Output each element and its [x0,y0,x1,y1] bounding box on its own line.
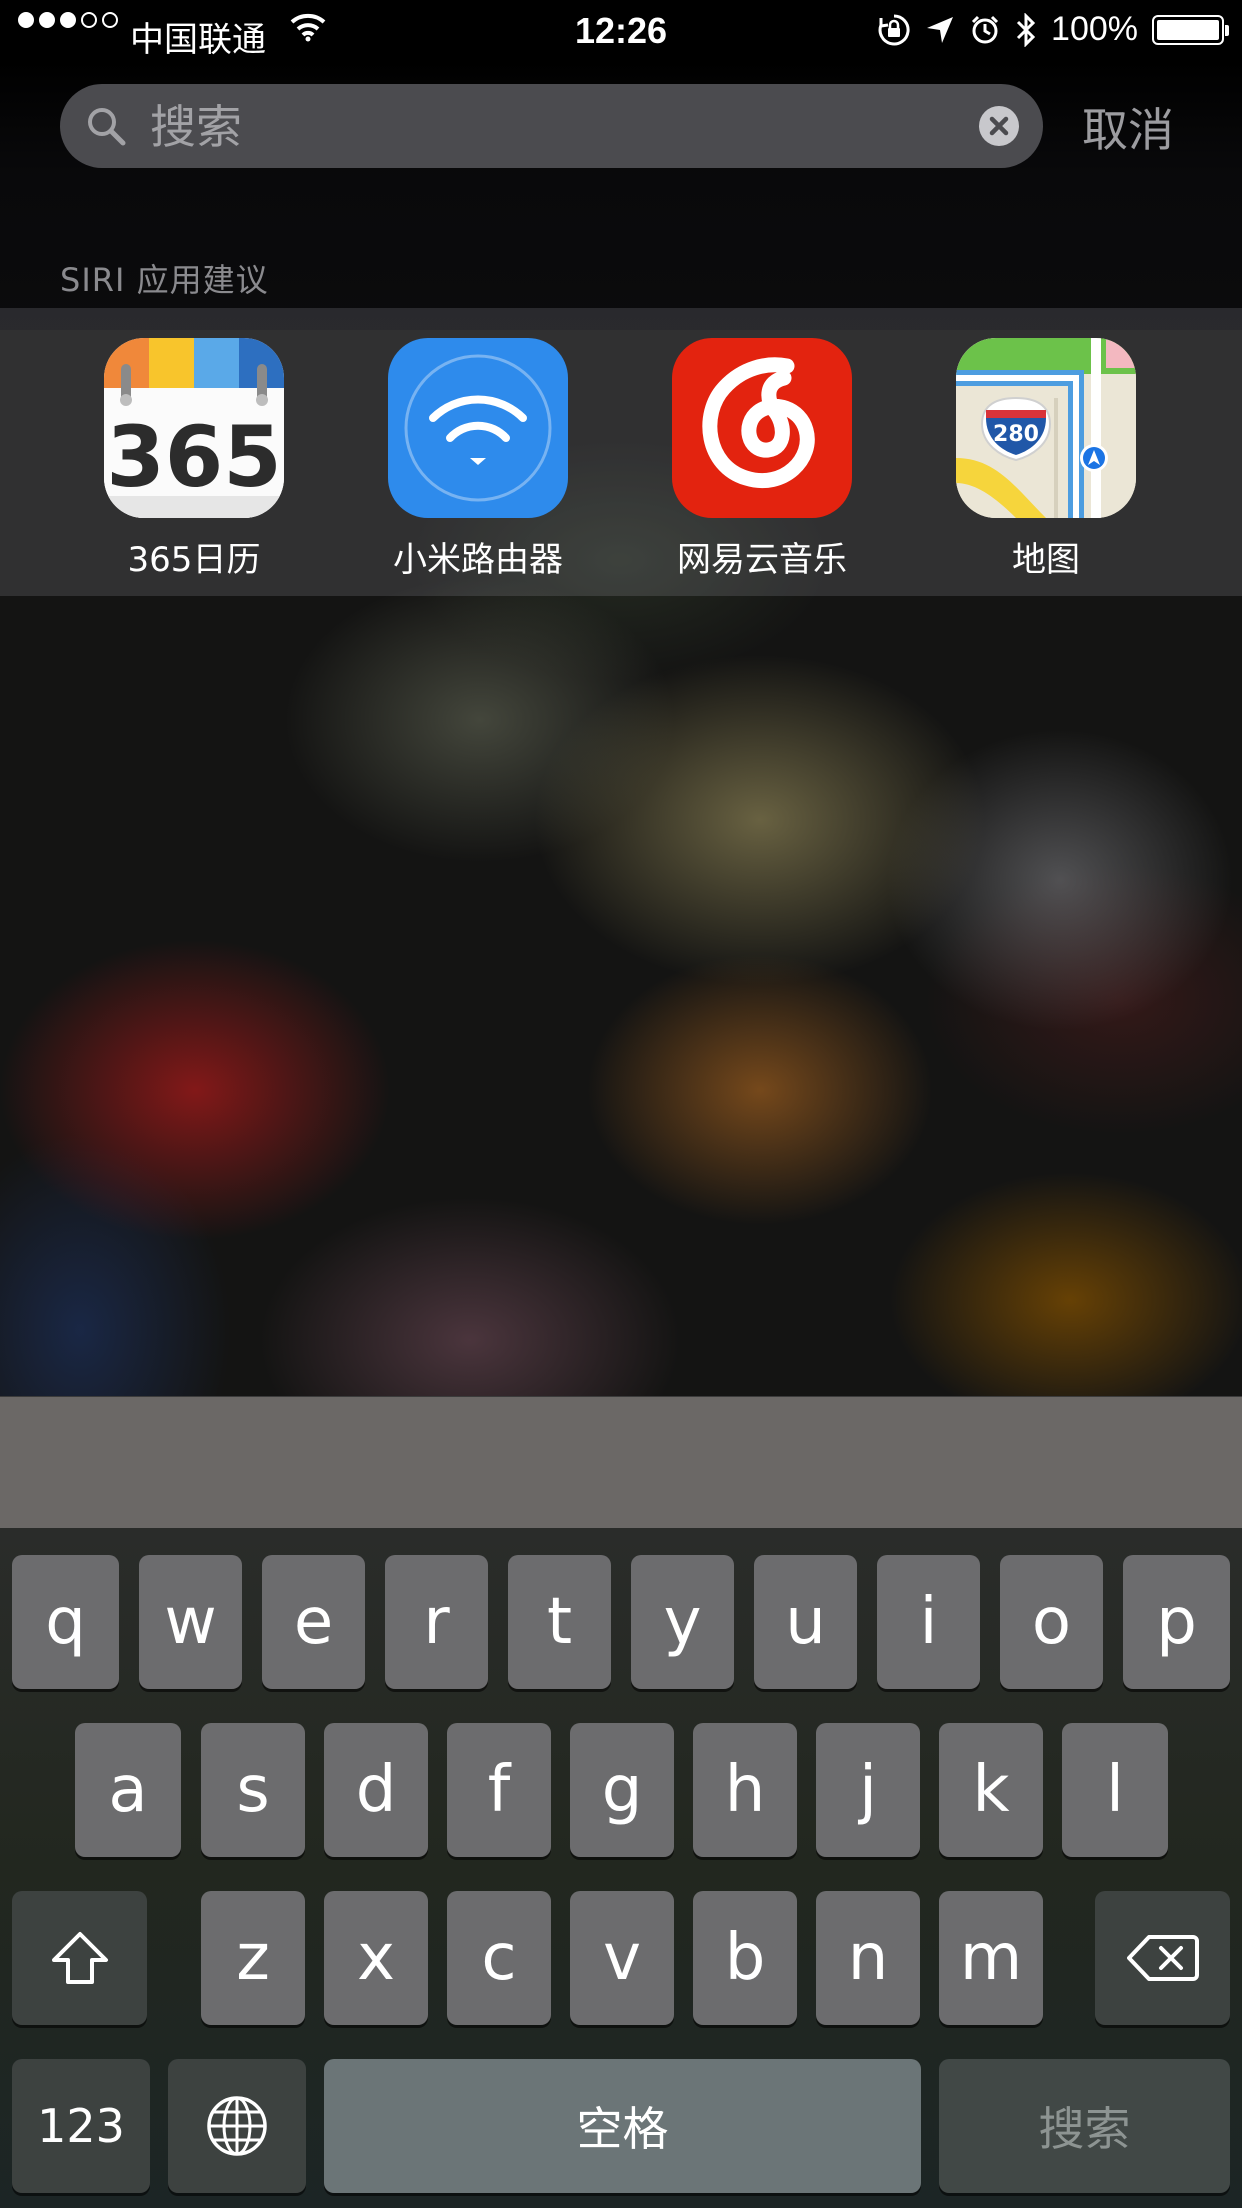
key-j[interactable]: j [816,1723,920,1857]
key-n[interactable]: n [816,1891,920,2025]
maps-icon: 280 [956,338,1136,518]
app-label: 网易云音乐 [677,540,847,580]
location-arrow-icon [927,16,954,43]
netease-music-icon [672,338,852,518]
key-b[interactable]: b [693,1891,797,2025]
key-x[interactable]: x [324,1891,428,2025]
battery-percentage: 100% [1051,10,1138,48]
keyboard: q w e r t y u i o p a s d f g h j k l z … [0,1528,1242,2208]
app-label: 地图 [1012,540,1080,580]
alarm-clock-icon [971,15,999,43]
globe-key[interactable] [168,2059,306,2193]
cancel-button[interactable]: 取消 [1082,94,1174,160]
app-netease-music[interactable]: 网易云音乐 [642,338,882,581]
bluetooth-icon [1016,12,1036,47]
key-r[interactable]: r [385,1555,488,1689]
globe-icon [207,2096,267,2156]
shift-arrow-icon [51,1932,108,1984]
search-input[interactable] [148,98,932,156]
key-i[interactable]: i [877,1555,980,1689]
key-p[interactable]: p [1123,1555,1230,1689]
key-q[interactable]: q [12,1555,119,1689]
app-maps[interactable]: 280 地图 [926,338,1166,581]
keyboard-accessory-bar [0,1396,1242,1529]
status-bar: 中国联通 12:26 100% [0,0,1242,62]
calendar-icon-text: 365 [106,408,282,506]
space-bar[interactable]: 空格 [324,2059,921,2193]
key-o[interactable]: o [1000,1555,1103,1689]
close-icon [989,116,1009,136]
key-d[interactable]: d [324,1723,428,1857]
key-c[interactable]: c [447,1891,551,2025]
app-365-calendar[interactable]: 365 365日历 [74,338,314,581]
app-label: 小米路由器 [393,540,563,580]
key-u[interactable]: u [754,1555,857,1689]
key-g[interactable]: g [570,1723,674,1857]
key-k[interactable]: k [939,1723,1043,1857]
siri-suggestions-title: SIRI 应用建议 [60,261,269,299]
battery-icon [1152,14,1229,45]
search-field[interactable] [60,84,1043,168]
rotation-lock-icon [878,13,910,45]
key-w[interactable]: w [139,1555,242,1689]
key-f[interactable]: f [447,1723,551,1857]
siri-app-suggestions: 365 365日历 小米路由器 网易云音乐 280 地图 [0,308,1242,596]
key-v[interactable]: v [570,1891,674,2025]
calendar-365-icon: 365 [104,338,284,518]
key-l[interactable]: l [1062,1723,1168,1857]
mi-router-icon [388,338,568,518]
clear-search-button[interactable] [979,106,1019,146]
key-m[interactable]: m [939,1891,1043,2025]
key-e[interactable]: e [262,1555,365,1689]
shift-key[interactable] [12,1891,147,2025]
key-t[interactable]: t [508,1555,611,1689]
key-a[interactable]: a [75,1723,181,1857]
backspace-icon [1126,1935,1199,1981]
app-label: 365日历 [127,540,261,580]
search-icon [88,108,126,146]
numbers-key[interactable]: 123 [12,2059,150,2193]
keyboard-search-key[interactable]: 搜索 [939,2059,1230,2193]
app-mi-router[interactable]: 小米路由器 [358,338,598,581]
key-h[interactable]: h [693,1723,797,1857]
maps-icon-shield-text: 280 [993,422,1039,447]
key-z[interactable]: z [201,1891,305,2025]
key-s[interactable]: s [201,1723,305,1857]
key-y[interactable]: y [631,1555,734,1689]
delete-key[interactable] [1095,1891,1230,2025]
